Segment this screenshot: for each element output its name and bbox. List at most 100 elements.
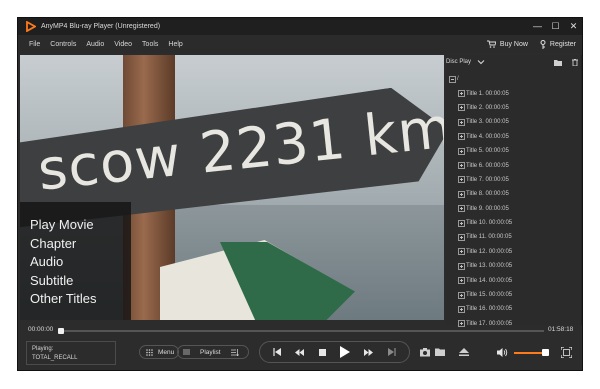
expand-icon[interactable] <box>458 162 465 170</box>
disc-menu-subtitle[interactable]: Subtitle <box>30 272 131 291</box>
menu-audio[interactable]: Audio <box>86 41 104 48</box>
disc-play-dropdown[interactable]: Disc Play <box>446 59 471 65</box>
skip-next-icon[interactable] <box>387 348 396 356</box>
menu-help[interactable]: Help <box>168 41 182 48</box>
buy-now-label: Buy Now <box>499 40 528 48</box>
title-tree: / Title 1. 00:00:05 Title 2. 00:00:05 Titl… <box>449 72 579 331</box>
menu-video[interactable]: Video <box>114 41 132 48</box>
expand-icon[interactable] <box>458 104 465 112</box>
trash-icon[interactable] <box>572 58 578 66</box>
list-icon <box>183 349 190 355</box>
panel-header: Disc Play <box>446 55 582 69</box>
tree-title-label: Title 16. 00:00:05 <box>466 306 513 313</box>
tree-title-label: Title 9. 00:00:05 <box>466 205 509 212</box>
eject-icon[interactable] <box>459 347 469 357</box>
current-time: 00:00:00 <box>28 326 54 333</box>
total-time: 01:58:18 <box>548 326 574 333</box>
disc-menu-audio[interactable]: Audio <box>30 253 131 272</box>
tree-title-item[interactable]: Title 15. 00:00:05 <box>449 288 579 302</box>
disc-menu-play-movie[interactable]: Play Movie <box>30 216 131 235</box>
expand-icon[interactable] <box>458 219 465 227</box>
now-playing-box: Playing: TOTAL_RECALL <box>26 341 116 365</box>
expand-icon[interactable] <box>458 291 465 299</box>
stop-icon[interactable] <box>318 348 326 356</box>
buy-now-button[interactable]: Buy Now <box>486 40 528 48</box>
expand-icon[interactable] <box>458 262 465 270</box>
expand-icon[interactable] <box>458 133 465 141</box>
tree-title-item[interactable]: Title 2. 00:00:05 <box>449 101 579 115</box>
volume-icon[interactable] <box>497 347 508 358</box>
menu-file[interactable]: File <box>29 41 40 48</box>
playlist-sort-icon[interactable] <box>230 348 239 356</box>
minimize-button[interactable]: — <box>533 18 542 35</box>
skip-previous-icon[interactable] <box>273 348 282 356</box>
close-button[interactable]: ✕ <box>569 18 578 35</box>
tree-title-item[interactable]: Title 7. 00:00:05 <box>449 173 579 187</box>
camera-icon[interactable] <box>420 347 430 357</box>
tree-root[interactable]: / <box>449 72 579 86</box>
grid-dots-icon <box>146 348 153 356</box>
fast-forward-icon[interactable] <box>364 348 374 356</box>
tree-title-item[interactable]: Title 11. 00:00:05 <box>449 230 579 244</box>
tree-title-item[interactable]: Title 9. 00:00:05 <box>449 202 579 216</box>
maximize-button[interactable]: ☐ <box>551 18 560 35</box>
playlist-button-label: Playlist <box>200 348 221 356</box>
expand-icon[interactable] <box>458 90 465 98</box>
tree-title-label: Title 13. 00:00:05 <box>466 263 513 270</box>
expand-icon[interactable] <box>458 205 465 213</box>
chevron-down-icon[interactable] <box>477 58 485 66</box>
volume-knob[interactable] <box>541 349 549 356</box>
fullscreen-icon[interactable] <box>561 347 572 358</box>
open-folder-icon[interactable] <box>435 347 445 357</box>
register-button[interactable]: Register <box>540 39 576 49</box>
expand-icon[interactable] <box>458 190 465 198</box>
expand-icon[interactable] <box>458 118 465 126</box>
disc-play-panel: Disc Play / Title 1. 00:00:05 Title 2. 00… <box>446 55 582 328</box>
video-area[interactable]: scow 2231 km Play Movie Chapter Audio Su… <box>20 55 444 320</box>
tree-title-item[interactable]: Title 5. 00:00:05 <box>449 144 579 158</box>
expand-icon[interactable] <box>458 233 465 241</box>
register-label: Register <box>549 40 576 48</box>
expand-icon[interactable] <box>458 176 465 184</box>
panel-scrollbar[interactable] <box>581 55 582 325</box>
folder-icon[interactable] <box>554 59 562 66</box>
expand-icon[interactable] <box>458 147 465 155</box>
tree-title-item[interactable]: Title 10. 00:00:05 <box>449 216 579 230</box>
disc-menu-other-titles[interactable]: Other Titles <box>30 290 131 309</box>
disc-menu-chapter[interactable]: Chapter <box>30 235 131 254</box>
tree-title-label: Title 12. 00:00:05 <box>466 248 513 255</box>
tree-title-label: Title 4. 00:00:05 <box>466 133 509 140</box>
expand-icon[interactable] <box>458 277 465 285</box>
tree-title-item[interactable]: Title 8. 00:00:05 <box>449 187 579 201</box>
menu-bar: File Controls Audio Video Tools Help Buy… <box>18 35 582 53</box>
collapse-icon[interactable] <box>449 75 456 83</box>
control-bar: Playing: TOTAL_RECALL Menu Playlist <box>18 338 582 370</box>
seek-thumb[interactable] <box>58 328 64 334</box>
menu-tools[interactable]: Tools <box>142 41 158 48</box>
tree-title-item[interactable]: Title 3. 00:00:05 <box>449 115 579 129</box>
menu-button[interactable]: Menu <box>139 345 179 359</box>
tree-title-item[interactable]: Title 16. 00:00:05 <box>449 302 579 316</box>
expand-icon[interactable] <box>458 248 465 256</box>
expand-icon[interactable] <box>458 305 465 313</box>
menu-controls[interactable]: Controls <box>50 41 76 48</box>
play-icon[interactable] <box>340 346 351 358</box>
transport-controls <box>259 341 410 363</box>
tree-title-item[interactable]: Title 6. 00:00:05 <box>449 158 579 172</box>
rewind-icon[interactable] <box>295 348 305 356</box>
tree-title-item[interactable]: Title 12. 00:00:05 <box>449 245 579 259</box>
playlist-button[interactable]: Playlist <box>177 345 249 359</box>
tree-title-item[interactable]: Title 13. 00:00:05 <box>449 259 579 273</box>
tree-title-item[interactable]: Title 14. 00:00:05 <box>449 273 579 287</box>
tree-title-label: Title 15. 00:00:05 <box>466 292 513 299</box>
progress-row: 00:00:00 01:58:18 <box>18 325 582 337</box>
seek-bar[interactable] <box>58 330 544 332</box>
tree-title-item[interactable]: Title 4. 00:00:05 <box>449 130 579 144</box>
player-window: AnyMP4 Blu-ray Player (Unregistered) — ☐… <box>17 17 583 371</box>
tree-title-label: Title 5. 00:00:05 <box>466 148 509 155</box>
tree-title-label: Title 3. 00:00:05 <box>466 119 509 126</box>
key-icon <box>540 39 546 49</box>
tree-title-item[interactable]: Title 1. 00:00:05 <box>449 86 579 100</box>
tree-title-label: Title 8. 00:00:05 <box>466 191 509 198</box>
tree-title-label: Title 2. 00:00:05 <box>466 104 509 111</box>
